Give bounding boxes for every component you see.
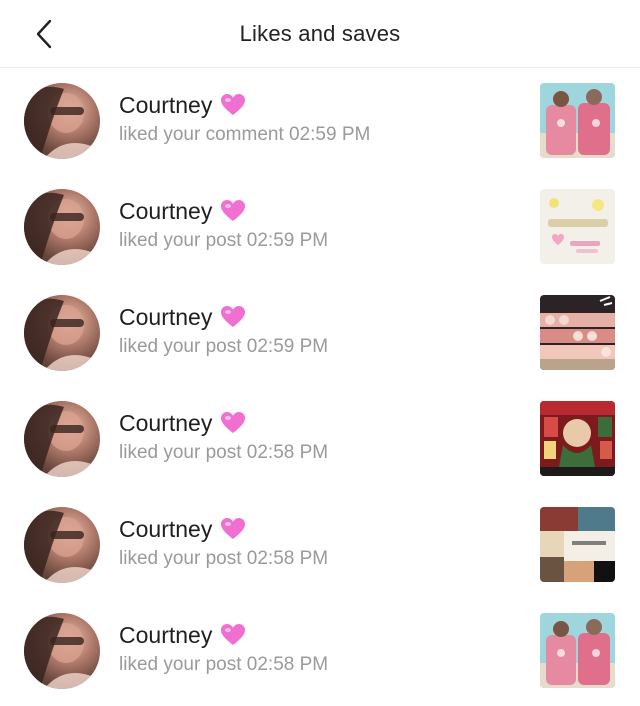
pink-heart-icon — [221, 624, 246, 645]
page-title: Likes and saves — [239, 20, 401, 46]
post-thumbnail[interactable] — [540, 83, 615, 158]
list-item[interactable]: Courtney liked your post 02:58 PM — [0, 492, 640, 598]
avatar[interactable] — [24, 189, 100, 265]
list-item[interactable]: Courtney liked your post 02:59 PM — [0, 174, 640, 280]
post-thumbnail[interactable] — [540, 507, 615, 582]
post-thumbnail[interactable] — [540, 295, 615, 370]
activity-text: liked your comment 02:59 PM — [119, 124, 371, 145]
activity-text: liked your post 02:58 PM — [119, 654, 329, 675]
user-name[interactable]: Courtney — [119, 516, 212, 543]
pink-heart-icon — [221, 306, 246, 327]
pink-heart-icon — [221, 200, 246, 221]
list-item[interactable]: Courtney liked your post 02:59 PM — [0, 280, 640, 386]
activity-text: liked your post 02:59 PM — [119, 230, 329, 251]
post-thumbnail[interactable] — [540, 189, 615, 264]
user-name[interactable]: Courtney — [119, 198, 212, 225]
top-bar: Likes and saves — [0, 0, 640, 68]
pink-heart-icon — [221, 94, 246, 115]
list-item[interactable]: Courtney liked your comment 02:59 PM — [0, 68, 640, 174]
back-button[interactable] — [28, 18, 60, 50]
avatar[interactable] — [24, 83, 100, 159]
list-item[interactable]: Courtney liked your post 02:58 PM — [0, 598, 640, 704]
pink-heart-icon — [221, 518, 246, 539]
user-name[interactable]: Courtney — [119, 304, 212, 331]
avatar[interactable] — [24, 507, 100, 583]
user-name[interactable]: Courtney — [119, 622, 212, 649]
post-thumbnail[interactable] — [540, 401, 615, 476]
activity-text: liked your post 02:59 PM — [119, 336, 329, 357]
list-item[interactable]: Courtney liked your post 02:58 PM — [0, 386, 640, 492]
chevron-left-icon — [36, 19, 52, 49]
user-name[interactable]: Courtney — [119, 92, 212, 119]
post-thumbnail[interactable] — [540, 613, 615, 688]
pink-heart-icon — [221, 412, 246, 433]
avatar[interactable] — [24, 613, 100, 689]
user-name[interactable]: Courtney — [119, 410, 212, 437]
avatar[interactable] — [24, 401, 100, 477]
activity-text: liked your post 02:58 PM — [119, 548, 329, 569]
avatar[interactable] — [24, 295, 100, 371]
activity-text: liked your post 02:58 PM — [119, 442, 329, 463]
notification-list: Courtney liked your comment 02:59 PM Cou… — [0, 68, 640, 704]
